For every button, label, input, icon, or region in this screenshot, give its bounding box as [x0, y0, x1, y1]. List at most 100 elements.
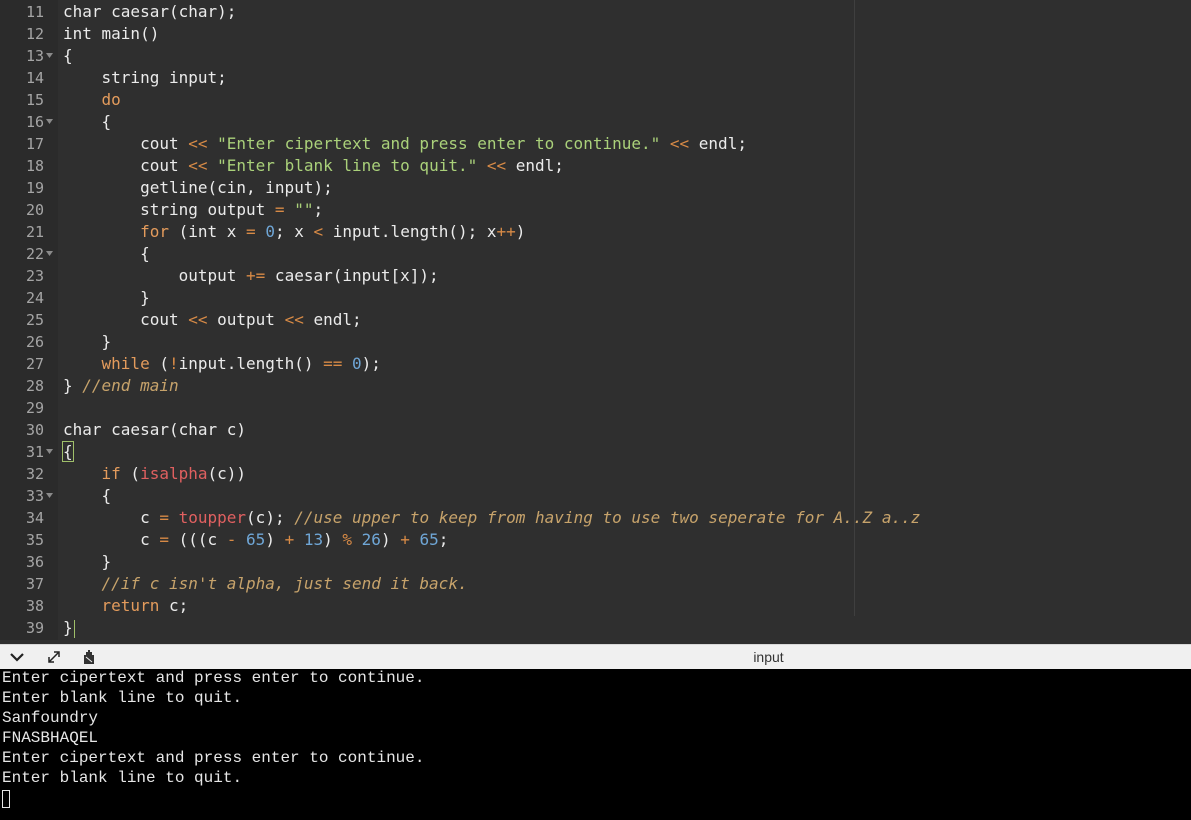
code-line[interactable]: 21 for (int x = 0; x < input.length(); x… [0, 221, 1191, 243]
code-line[interactable]: 14 string input; [0, 67, 1191, 89]
line-number: 24 [25, 289, 44, 307]
fold-toggle-icon[interactable] [46, 485, 56, 507]
code-text: int main() [63, 23, 159, 45]
token-kw: while [101, 354, 150, 373]
token-op: = [159, 530, 169, 549]
code-line[interactable]: 19 getline(cin, input); [0, 177, 1191, 199]
code-text: } //end main [63, 375, 179, 397]
token-plain: } [63, 552, 112, 571]
line-number: 11 [25, 3, 44, 21]
fold-toggle-icon[interactable] [46, 441, 56, 463]
token-op: ++ [496, 222, 516, 241]
token-cmt: //end main [82, 376, 179, 395]
token-plain: ( [120, 464, 141, 483]
code-line[interactable]: 36 } [0, 551, 1191, 573]
code-line[interactable]: 11 char caesar(char); [0, 1, 1191, 23]
code-line[interactable]: 30 char caesar(char c) [0, 419, 1191, 441]
line-number: 22 [25, 245, 44, 263]
code-text: output += caesar(input[x]); [63, 265, 439, 287]
code-text: getline(cin, input); [63, 177, 333, 199]
code-text: cout << output << endl; [63, 309, 362, 331]
code-line[interactable]: 20 string output = ""; [0, 199, 1191, 221]
line-number: 15 [25, 91, 44, 109]
line-number: 18 [25, 157, 44, 175]
token-op: = [274, 200, 285, 219]
console-input-line[interactable] [0, 789, 1191, 809]
fold-toggle-icon[interactable] [46, 45, 56, 67]
token-cmt: //use upper to keep from having to use t… [294, 508, 921, 527]
token-plain: int main() [63, 24, 160, 43]
code-line[interactable]: 17 cout << "Enter cipertext and press en… [0, 133, 1191, 155]
code-line[interactable]: 37 //if c isn't alpha, just send it back… [0, 573, 1191, 595]
line-number: 31 [25, 443, 44, 461]
code-line[interactable]: 31 { [0, 441, 1191, 463]
code-line[interactable]: 13 { [0, 45, 1191, 67]
code-line[interactable]: 32 if (isalpha(c)) [0, 463, 1191, 485]
code-line[interactable]: 18 cout << "Enter blank line to quit." <… [0, 155, 1191, 177]
console-line: Enter blank line to quit. [2, 689, 243, 707]
code-line[interactable]: 34 c = toupper(c); //use upper to keep f… [0, 507, 1191, 529]
fold-toggle-icon[interactable] [46, 111, 56, 133]
code-text: string output = ""; [63, 199, 323, 221]
line-number: 14 [25, 69, 44, 87]
console-line: Sanfoundry [2, 709, 99, 727]
token-plain: (((c [168, 530, 227, 549]
token-plain: ); [361, 354, 381, 373]
code-line[interactable]: 24 } [0, 287, 1191, 309]
token-plain: output [207, 310, 285, 329]
code-line[interactable]: 16 { [0, 111, 1191, 133]
code-text: //if c isn't alpha, just send it back. [63, 573, 468, 595]
token-plain: (int x [168, 222, 247, 241]
token-plain: } [63, 332, 112, 351]
token-plain: { [63, 46, 73, 65]
token-plain: cout [63, 134, 189, 153]
code-text: string input; [63, 67, 227, 89]
code-text: { [63, 45, 73, 67]
code-editor[interactable]: 11 char caesar(char); 12 int main() 13 {14 st… [0, 0, 1191, 640]
code-text: } [63, 331, 112, 353]
code-line[interactable]: 29 [0, 397, 1191, 419]
code-line[interactable]: 33 { [0, 485, 1191, 507]
line-number: 37 [25, 575, 44, 593]
line-number: 17 [25, 135, 44, 153]
code-line[interactable]: 28} //end main [0, 375, 1191, 397]
line-number: 27 [25, 355, 44, 373]
token-plain: { [63, 244, 150, 263]
token-str: "" [294, 200, 314, 219]
token-plain: (c); [246, 508, 295, 527]
token-cmt: //if c isn't alpha, just send it back. [101, 574, 468, 593]
token-op: << [486, 156, 507, 175]
token-op: % [342, 530, 353, 549]
line-number: 39 [25, 619, 44, 637]
code-line[interactable]: 35 c = (((c - 65) + 13) % 26) + 65; [0, 529, 1191, 551]
token-op: << [188, 134, 208, 153]
code-text: c = toupper(c); //use upper to keep from… [63, 507, 920, 529]
code-line[interactable]: 27 while (!input.length() == 0); [0, 353, 1191, 375]
code-line[interactable]: 12 int main() [0, 23, 1191, 45]
code-line[interactable]: 22 { [0, 243, 1191, 265]
token-plain: { [63, 486, 112, 505]
code-area[interactable]: 11 char caesar(char); 12 int main() 13 {14 st… [0, 1, 1191, 639]
code-line[interactable]: 38 return c; [0, 595, 1191, 617]
code-line[interactable]: 39} [0, 617, 1191, 639]
code-line[interactable]: 26 } [0, 331, 1191, 353]
fold-toggle-icon[interactable] [46, 243, 56, 265]
token-plain: getline(cin, input); [63, 178, 333, 197]
token-op: << [188, 310, 208, 329]
code-line[interactable]: 15 do [0, 89, 1191, 111]
code-line[interactable]: 23 output += caesar(input[x]); [0, 265, 1191, 287]
console-output[interactable]: Enter cipertext and press enter to conti… [0, 669, 1191, 820]
token-plain: } [63, 288, 150, 307]
code-line[interactable]: 25 cout << output << endl; [0, 309, 1191, 331]
line-number: 13 [25, 47, 44, 65]
